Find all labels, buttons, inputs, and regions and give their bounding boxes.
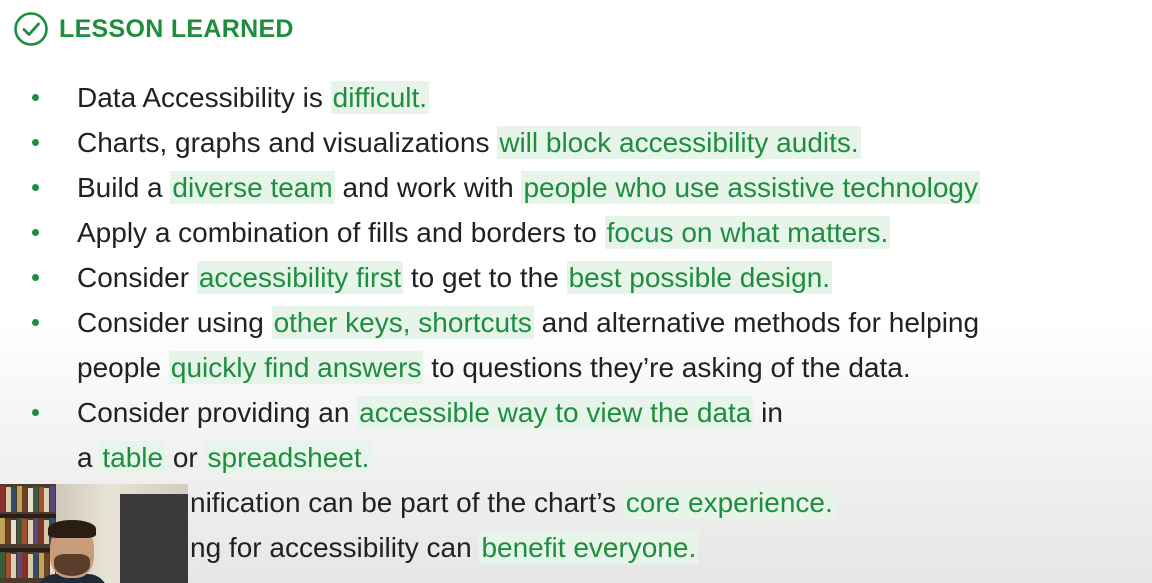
bullet-text: Apply a combination of fills and borders…	[77, 217, 605, 248]
bullet-text: Consider	[77, 262, 197, 293]
bullet-item: Build a diverse team and work with peopl…	[0, 165, 1152, 210]
bullet-text: to questions they’re asking of the data.	[423, 352, 911, 383]
highlighted-phrase: will block accessibility audits.	[497, 126, 861, 159]
book	[22, 553, 27, 578]
bullet-line: Consider using other keys, shortcuts and…	[77, 300, 1152, 345]
book	[11, 554, 16, 578]
slide-title: LESSON LEARNED	[59, 14, 294, 43]
presenter-webcam-overlay	[0, 484, 188, 583]
book	[27, 488, 33, 512]
book	[0, 486, 5, 512]
bullet-dot	[32, 139, 39, 146]
book	[27, 520, 33, 544]
bullet-text: and alternative methods for helping	[533, 307, 980, 338]
highlighted-phrase: accessible way to view the data	[357, 396, 754, 429]
lesson-header: LESSON LEARNED	[13, 9, 294, 49]
highlighted-phrase: spreadsheet.	[205, 441, 372, 474]
bullet-text: people	[77, 352, 169, 383]
bookshelf-right	[120, 494, 188, 583]
highlighted-phrase: diverse team	[170, 171, 335, 204]
bullet-line: Build a diverse team and work with peopl…	[77, 165, 1152, 210]
book	[38, 553, 44, 578]
bullet-text: to get to the	[403, 262, 567, 293]
book	[33, 486, 38, 512]
book	[27, 554, 33, 578]
highlighted-phrase: other keys, shortcuts	[271, 306, 534, 339]
highlighted-phrase: focus on what matters.	[604, 216, 891, 249]
bullet-text: Consider providing an	[77, 397, 358, 428]
bullet-line: Consider providing an accessible way to …	[77, 390, 1152, 435]
bullet-line: Apply a combination of fills and borders…	[77, 210, 1152, 255]
bullet-dot	[32, 229, 39, 236]
bullet-line: people quickly find answers to questions…	[77, 345, 1152, 390]
book	[5, 553, 11, 578]
bullet-text: Charts, graphs and visualizations	[77, 127, 498, 158]
bullet-dot	[32, 94, 39, 101]
bullet-line: Consider accessibility first to get to t…	[77, 255, 1152, 300]
bullet-dot	[32, 184, 39, 191]
bullet-item: Consider providing an accessible way to …	[0, 390, 1152, 480]
book	[16, 518, 22, 544]
book	[22, 519, 27, 544]
bullet-text: nification can be part of the chart’s	[190, 487, 624, 518]
book	[16, 486, 22, 512]
book	[44, 488, 49, 512]
bullet-item: Data Accessibility is difficult.	[0, 75, 1152, 120]
bullet-line: a table or spreadsheet.	[77, 435, 1152, 480]
presenter-hair	[48, 520, 96, 538]
book	[33, 552, 38, 578]
highlighted-phrase: core experience.	[623, 486, 835, 519]
highlighted-phrase: best possible design.	[566, 261, 833, 294]
bullet-line: Data Accessibility is difficult.	[77, 75, 1152, 120]
book	[33, 518, 38, 544]
highlighted-phrase: difficult.	[330, 81, 430, 114]
bullet-text: and work with	[334, 172, 522, 203]
book	[49, 486, 55, 512]
book	[11, 488, 16, 512]
highlighted-phrase: table	[100, 441, 166, 474]
bullet-text: Data Accessibility is	[77, 82, 331, 113]
bullet-text: Build a	[77, 172, 171, 203]
highlighted-phrase: accessibility first	[196, 261, 404, 294]
highlighted-phrase: benefit everyone.	[479, 531, 699, 564]
book	[0, 518, 5, 544]
bullet-text: or	[165, 442, 206, 473]
bullet-text: a	[77, 442, 101, 473]
bullet-item: Charts, graphs and visualizations will b…	[0, 120, 1152, 165]
book	[38, 487, 44, 512]
bullet-line: nification can be part of the chart’s co…	[190, 480, 1152, 525]
bullet-item: Apply a combination of fills and borders…	[0, 210, 1152, 255]
check-circle-icon	[14, 12, 48, 46]
bullet-line: ng for accessibility can benefit everyon…	[190, 525, 1152, 570]
bullet-line: Charts, graphs and visualizations will b…	[77, 120, 1152, 165]
book	[0, 552, 5, 578]
bullet-dot	[32, 319, 39, 326]
book	[16, 552, 22, 578]
book	[22, 487, 27, 512]
book	[38, 519, 44, 544]
highlighted-phrase: quickly find answers	[168, 351, 424, 384]
bullet-item: Consider accessibility first to get to t…	[0, 255, 1152, 300]
bullet-dot	[32, 274, 39, 281]
book	[5, 519, 11, 544]
bullet-text: ng for accessibility can	[190, 532, 480, 563]
book	[11, 520, 16, 544]
book	[5, 487, 11, 512]
bullet-item: Consider using other keys, shortcuts and…	[0, 300, 1152, 390]
bullet-text: Consider using	[77, 307, 272, 338]
presenter-beard	[54, 554, 90, 576]
bullet-text: in	[753, 397, 783, 428]
bullet-dot	[32, 409, 39, 416]
highlighted-phrase: people who use assistive technology	[521, 171, 980, 204]
